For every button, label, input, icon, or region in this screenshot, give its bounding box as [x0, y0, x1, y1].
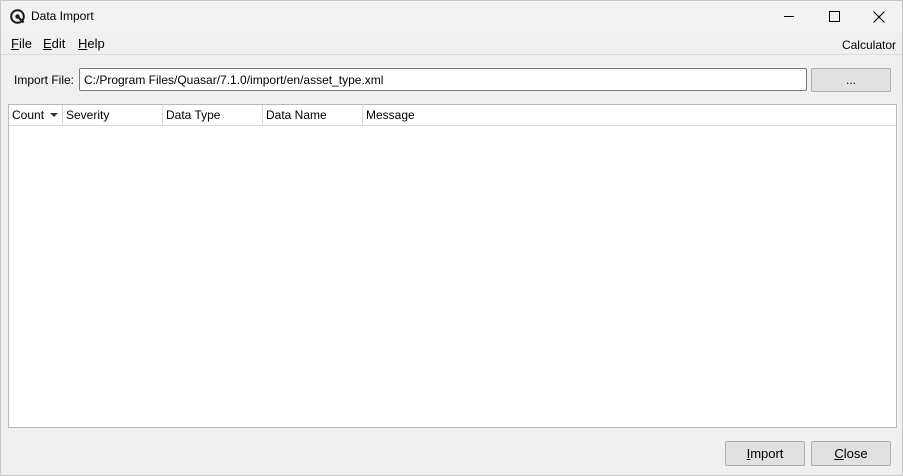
- close-button-accel: C: [834, 446, 844, 461]
- menu-divider: [1, 54, 902, 55]
- minimize-button[interactable]: [766, 1, 812, 32]
- import-file-label: Import File:: [14, 73, 75, 87]
- column-header-severity[interactable]: Severity: [63, 105, 163, 125]
- table-body[interactable]: [9, 126, 896, 427]
- app-logo-icon: [10, 9, 25, 24]
- column-header-message[interactable]: Message: [363, 105, 896, 125]
- close-button[interactable]: Close: [811, 441, 891, 466]
- menu-help[interactable]: Help: [78, 36, 105, 51]
- maximize-button[interactable]: [811, 1, 857, 32]
- close-button-label: lose: [843, 446, 868, 461]
- menu-bar: File Edit Help Calculator: [1, 32, 902, 54]
- column-header-data-type[interactable]: Data Type: [163, 105, 263, 125]
- import-results-table[interactable]: Count Severity Data Type Data Name Messa…: [8, 104, 897, 428]
- close-icon: [873, 10, 885, 23]
- column-header-data-name[interactable]: Data Name: [263, 105, 363, 125]
- menu-file-accel: F: [11, 36, 19, 51]
- column-header-count[interactable]: Count: [9, 105, 63, 125]
- calculator-button[interactable]: Calculator: [842, 38, 896, 52]
- sort-descending-icon: [50, 113, 58, 117]
- import-button[interactable]: Import: [725, 441, 805, 466]
- table-header: Count Severity Data Type Data Name Messa…: [9, 105, 896, 126]
- menu-help-accel: H: [78, 36, 88, 51]
- maximize-icon: [828, 11, 840, 22]
- minimize-icon: [783, 16, 794, 17]
- menu-file-label: ile: [18, 36, 32, 51]
- menu-edit-label: dit: [51, 36, 66, 51]
- menu-help-label: elp: [87, 36, 105, 51]
- browse-button[interactable]: ...: [811, 68, 891, 92]
- title-bar[interactable]: Data Import: [1, 1, 902, 32]
- close-window-button[interactable]: [856, 1, 902, 32]
- data-import-window: Data Import File Edit Help Calculator Im…: [0, 0, 903, 476]
- menu-file[interactable]: File: [11, 36, 32, 51]
- window-title: Data Import: [31, 9, 94, 23]
- import-file-input[interactable]: [79, 68, 807, 91]
- menu-edit-accel: E: [43, 36, 52, 51]
- menu-edit[interactable]: Edit: [43, 36, 65, 51]
- column-header-count-label: Count: [12, 108, 45, 122]
- import-button-label: mport: [750, 446, 784, 461]
